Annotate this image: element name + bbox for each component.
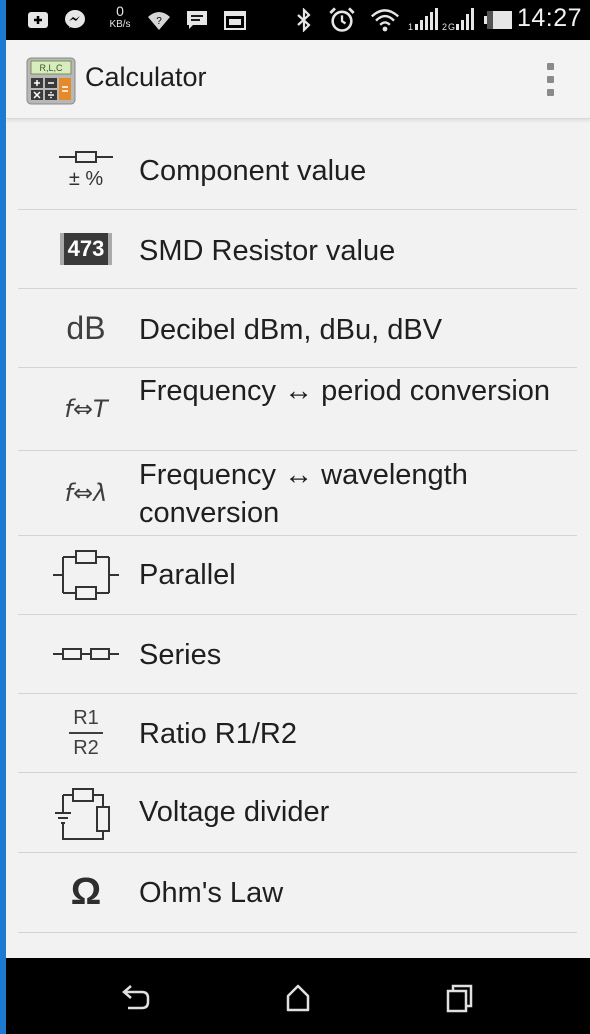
component-tolerance-icon: ± % xyxy=(46,139,126,199)
ohm-icon: Ω xyxy=(46,862,126,922)
list-item-frequency-wavelength[interactable]: f⇔λ Frequency ↔ wavelength conversion xyxy=(18,451,577,536)
list-item-series[interactable]: Series xyxy=(18,615,577,694)
list-item-label: Ohm's Law xyxy=(139,877,284,909)
back-icon[interactable] xyxy=(116,980,156,1016)
parallel-resistors-icon xyxy=(46,545,126,605)
signal-1-icon: 1 xyxy=(408,8,438,32)
calendar-icon xyxy=(224,11,246,30)
decibel-icon: dB xyxy=(46,298,126,358)
wifi-question-icon: ? xyxy=(148,12,170,30)
list-item-label: Ratio R1/R2 xyxy=(139,718,297,750)
list-item-label: Series xyxy=(139,639,222,671)
chat-icon xyxy=(187,11,207,29)
svg-text:?: ? xyxy=(156,16,162,27)
smd-code: 473 xyxy=(59,233,113,265)
list-item-label: Component value xyxy=(139,155,367,187)
ratio-numerator: R1 xyxy=(69,707,103,734)
svg-text:2: 2 xyxy=(442,22,447,32)
status-bar: 0 KB/s ? 1 2 G 14:27 xyxy=(6,0,590,40)
battery-icon xyxy=(484,11,512,29)
action-bar: R,L,C Calculator xyxy=(6,40,590,119)
list-item-decibel[interactable]: dB Decibel dBm, dBu, dBV xyxy=(18,289,577,368)
list-item-label: Frequency ↔ period conversion xyxy=(139,375,551,407)
svg-text:1: 1 xyxy=(408,22,413,32)
recents-icon[interactable] xyxy=(440,980,480,1016)
frequency-period-icon: f⇔T xyxy=(46,379,126,439)
frequency-wavelength-text: f⇔λ xyxy=(64,479,108,507)
bluetooth-icon xyxy=(297,8,311,32)
menu-dot xyxy=(547,89,554,96)
decibel-text: dB xyxy=(66,309,106,346)
add-box-icon xyxy=(28,12,48,28)
list-item-component-value[interactable]: ± % Component value xyxy=(18,119,577,210)
overflow-menu-icon[interactable] xyxy=(540,62,560,98)
list-item-voltage-divider[interactable]: Voltage divider xyxy=(18,773,577,853)
net-speed: 0 KB/s xyxy=(105,4,135,31)
ratio-icon: R1 R2 xyxy=(46,703,126,763)
screen: 0 KB/s ? 1 2 G 14:27 R,L,C Calculator ± … xyxy=(6,0,590,1034)
wifi-icon xyxy=(370,9,400,32)
frequency-period-text: f⇔T xyxy=(64,395,108,423)
list-item-label: Frequency ↔ wavelength conversion xyxy=(139,459,468,529)
list-item-label: Voltage divider xyxy=(139,796,330,828)
list-item-label: Decibel dBm, dBu, dBV xyxy=(139,314,443,346)
svg-text:G: G xyxy=(448,22,455,32)
list-item-frequency-period[interactable]: f⇔T Frequency ↔ period conversion xyxy=(18,368,577,451)
list-item-smd-resistor[interactable]: 473 SMD Resistor value xyxy=(18,210,577,289)
app-title: Calculator xyxy=(85,62,207,92)
svg-text:± %: ± % xyxy=(69,168,104,190)
messenger-icon xyxy=(65,10,85,28)
ohm-symbol: Ω xyxy=(70,870,102,913)
navigation-bar xyxy=(6,958,590,1034)
ratio-denominator: R2 xyxy=(73,737,99,759)
net-speed-unit: KB/s xyxy=(109,19,131,30)
list-item-parallel[interactable]: Parallel xyxy=(18,536,577,615)
list-item-label: Parallel xyxy=(139,559,236,591)
voltage-divider-icon xyxy=(46,782,126,842)
home-icon[interactable] xyxy=(278,980,318,1016)
app-icon-label: R,L,C xyxy=(39,63,63,73)
list-item-label: SMD Resistor value xyxy=(139,235,396,267)
calculator-app-icon: R,L,C xyxy=(26,57,76,105)
signal-2-icon: 2 G xyxy=(442,8,474,32)
list-item-ratio[interactable]: R1 R2 Ratio R1/R2 xyxy=(18,694,577,773)
series-resistors-icon xyxy=(46,624,126,684)
menu-dot xyxy=(547,76,554,83)
status-time: 14:27 xyxy=(516,4,582,32)
frequency-wavelength-icon: f⇔λ xyxy=(46,463,126,523)
menu-dot xyxy=(547,63,554,70)
list-item-ohms-law[interactable]: Ω Ohm's Law xyxy=(18,853,577,933)
smd-resistor-icon: 473 xyxy=(46,219,126,279)
net-speed-value: 0 xyxy=(116,3,124,19)
alarm-icon xyxy=(329,7,355,32)
